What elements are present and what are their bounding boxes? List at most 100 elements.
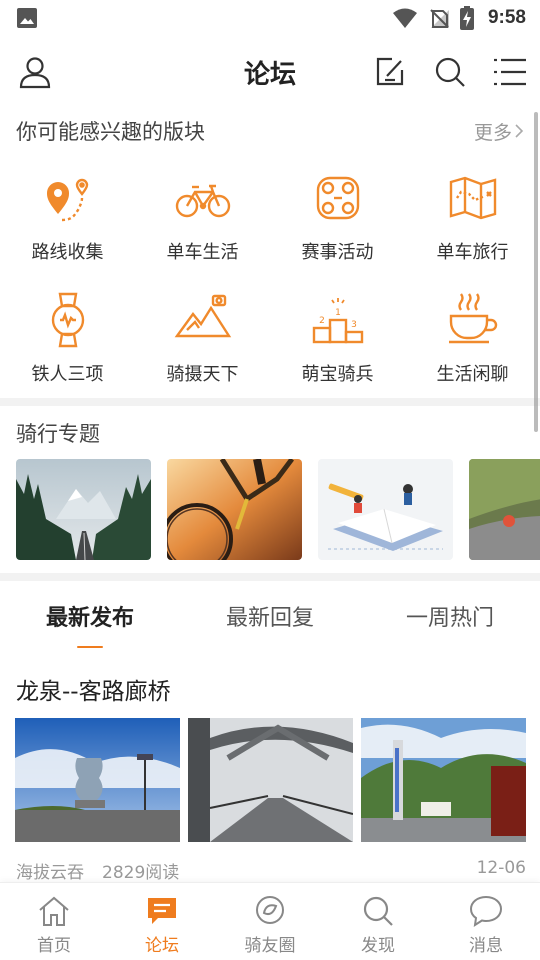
feed-tabs: 最新发布 最新回复 一周热门 — [0, 584, 540, 648]
post-meta: 海拔云吞 2829阅读 12-06 — [16, 858, 526, 883]
board-cycling-photo[interactable]: 骑摄天下 — [135, 282, 270, 392]
board-events[interactable]: 赛事活动 — [270, 160, 405, 282]
route-pin-icon — [46, 178, 88, 222]
no-signal-icon — [430, 9, 449, 28]
tab-indicator — [437, 646, 463, 648]
gallery-notification-icon — [17, 8, 37, 28]
mountain-camera-icon — [174, 294, 231, 338]
bottom-navigation: 首页 论坛 骑友圈 发现 消息 — [0, 882, 540, 960]
app-header: 论坛 — [0, 36, 540, 108]
status-bar: 9:58 — [0, 0, 540, 36]
clock: 9:58 — [487, 7, 526, 28]
discover-search-icon — [363, 896, 393, 926]
post-image[interactable] — [188, 718, 353, 842]
circle-chat-icon — [256, 896, 284, 924]
tab-weekly-hot[interactable]: 一周热门 — [360, 584, 540, 648]
forest-road-image — [16, 459, 151, 560]
nav-home[interactable]: 首页 — [0, 883, 108, 960]
nav-discover[interactable]: 发现 — [324, 883, 432, 960]
post-image[interactable] — [15, 718, 180, 842]
book-illustration-image — [318, 459, 453, 560]
bike-chain-icon — [316, 176, 359, 220]
section-title: 你可能感兴趣的版块 — [16, 120, 205, 144]
board-casual-chat[interactable]: 生活闲聊 — [405, 282, 540, 392]
board-kids-riders[interactable]: 1 2 3 萌宝骑兵 — [270, 282, 405, 392]
nav-label: 消息 — [469, 936, 503, 956]
search-button[interactable] — [430, 52, 470, 92]
more-label: 更多 — [473, 121, 512, 144]
more-link[interactable]: 更多 — [474, 118, 524, 145]
forum-board-grid: 路线收集 单车生活 赛事活动 单车旅行 铁人三项 骑摄天下 1 2 3 萌宝骑兵… — [0, 160, 540, 392]
wifi-icon — [392, 8, 417, 28]
topic-card[interactable] — [318, 459, 453, 560]
board-bike-travel[interactable]: 单车旅行 — [405, 160, 540, 282]
post-image[interactable] — [361, 718, 526, 842]
nav-label: 骑友圈 — [244, 936, 296, 956]
post-images[interactable] — [15, 718, 527, 842]
list-menu-icon — [494, 58, 526, 86]
tab-latest-replies[interactable]: 最新回复 — [180, 584, 360, 648]
nav-label: 论坛 — [145, 936, 179, 956]
post-author[interactable]: 海拔云吞 — [16, 858, 84, 883]
section-title: 骑行专题 — [16, 422, 100, 446]
bicycle-icon — [175, 184, 230, 218]
topics-section-header: 骑行专题 — [16, 418, 524, 448]
chevron-right-icon — [515, 124, 524, 138]
cyclist-road-image — [469, 459, 540, 560]
nav-label: 首页 — [37, 936, 71, 956]
smartwatch-icon — [51, 292, 84, 348]
section-divider — [0, 398, 540, 406]
topic-card[interactable] — [469, 459, 540, 560]
topics-carousel[interactable] — [16, 459, 540, 561]
board-bike-life[interactable]: 单车生活 — [135, 160, 270, 282]
tab-label: 最新回复 — [225, 606, 314, 631]
map-icon — [449, 176, 496, 220]
profile-button[interactable] — [15, 52, 55, 92]
nav-label: 发现 — [361, 936, 395, 956]
home-icon — [39, 896, 69, 926]
nav-forum[interactable]: 论坛 — [108, 883, 216, 960]
scrollbar[interactable] — [534, 112, 538, 432]
active-tab-indicator — [77, 646, 103, 648]
tab-latest-posts[interactable]: 最新发布 — [0, 584, 180, 648]
section-divider — [0, 573, 540, 581]
board-label: 铁人三项 — [31, 364, 104, 385]
board-label: 生活闲聊 — [436, 364, 509, 385]
topic-card[interactable] — [16, 459, 151, 560]
user-icon — [19, 57, 51, 89]
post-date: 12-06 — [476, 858, 526, 878]
nav-rider-circle[interactable]: 骑友圈 — [216, 883, 324, 960]
board-label: 赛事活动 — [301, 242, 374, 263]
tab-label: 最新发布 — [45, 606, 134, 631]
interest-section-header: 你可能感兴趣的版块 更多 — [16, 116, 524, 146]
svg-text:2: 2 — [319, 316, 325, 326]
coffee-cup-icon — [448, 293, 497, 344]
board-route-collection[interactable]: 路线收集 — [0, 160, 135, 282]
forum-icon — [148, 898, 176, 924]
board-label: 单车旅行 — [436, 242, 509, 263]
board-triathlon[interactable]: 铁人三项 — [0, 282, 135, 392]
mountain-town-image — [361, 718, 526, 842]
board-label: 路线收集 — [31, 242, 104, 263]
svg-text:1: 1 — [335, 308, 341, 318]
menu-button[interactable] — [490, 52, 530, 92]
tab-indicator — [257, 646, 283, 648]
nav-messages[interactable]: 消息 — [432, 883, 540, 960]
post-title[interactable]: 龙泉--客路廊桥 — [16, 672, 171, 706]
tab-label: 一周热门 — [405, 606, 494, 631]
message-bubble-icon — [469, 895, 503, 928]
podium-icon: 1 2 3 — [312, 298, 363, 344]
battery-charging-icon — [459, 6, 474, 30]
board-label: 骑摄天下 — [166, 364, 239, 385]
compose-button[interactable] — [370, 52, 410, 92]
post-read-count: 2829阅读 — [102, 863, 180, 883]
edit-icon — [376, 57, 404, 86]
board-label: 单车生活 — [166, 242, 239, 263]
topic-card[interactable] — [167, 459, 302, 560]
vase-sculpture-image — [15, 718, 180, 842]
sunset-bike-image — [167, 459, 302, 560]
board-label: 萌宝骑兵 — [301, 364, 374, 385]
bridge-image — [188, 718, 353, 842]
search-icon — [435, 57, 465, 87]
svg-text:3: 3 — [351, 320, 357, 330]
